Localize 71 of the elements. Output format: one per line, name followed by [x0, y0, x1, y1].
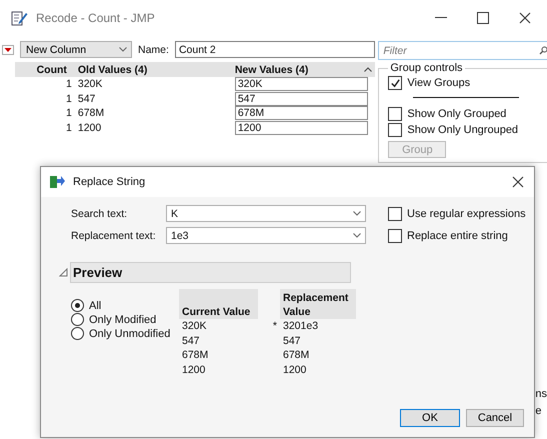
checkbox-label: Show Only Ungrouped: [407, 124, 518, 136]
table-cell-text: 547: [181, 334, 201, 348]
maximize-icon[interactable]: [477, 12, 489, 24]
column-header[interactable]: New Values (4): [232, 62, 376, 77]
partial-label: ns: [535, 388, 547, 400]
table-cell: 1: [34, 77, 75, 92]
modified-marker: *: [272, 320, 277, 332]
field-label: Search text:: [70, 208, 128, 220]
table-cell-text: 1200: [282, 362, 308, 377]
checkbox-label: Use regular expressions: [407, 208, 526, 220]
table-cell-text: 547: [76, 92, 96, 106]
table-cell-text: 547: [282, 334, 302, 348]
checkbox[interactable]: [388, 76, 402, 90]
checkbox[interactable]: [388, 107, 402, 121]
table-cell-text: 1: [65, 106, 73, 120]
new-value-field[interactable]: 1200: [234, 120, 368, 135]
caret-icon[interactable]: [353, 211, 361, 216]
table-cell-text: 3201e3: [282, 319, 320, 334]
table-cell-text: 1: [65, 92, 73, 106]
name-field[interactable]: Count 2: [174, 41, 376, 58]
new-value-field[interactable]: 547: [234, 92, 368, 106]
combo-field[interactable]: 1e3: [166, 227, 366, 244]
table-cell: 320K: [74, 77, 210, 92]
radio-button[interactable]: [71, 299, 84, 312]
partial-label: e: [535, 405, 542, 417]
checkbox-label: View Groups: [407, 77, 470, 89]
table-cell-text: 678M: [181, 348, 210, 362]
checkbox[interactable]: [388, 207, 402, 221]
ok-button[interactable]: OK: [400, 409, 460, 427]
menu-triangle-icon[interactable]: [2, 44, 14, 54]
search-icon[interactable]: [539, 46, 547, 55]
table-cell-text: 678M: [282, 348, 310, 362]
radio-label: Only Unmodified: [89, 328, 170, 340]
radio-button[interactable]: [71, 313, 84, 326]
radio-label: All: [89, 300, 102, 312]
column-dropdown[interactable]: New Column: [20, 41, 132, 58]
radio-button[interactable]: [71, 327, 84, 340]
table-cell-text: 678M: [76, 106, 106, 120]
new-value-field[interactable]: 678M: [234, 106, 368, 120]
dialog-title: Replace String: [73, 176, 146, 188]
caret-icon[interactable]: [353, 233, 361, 238]
field-label: Replacement text:: [70, 230, 157, 242]
close-icon[interactable]: [512, 176, 524, 188]
preview-header: Preview: [70, 262, 351, 283]
panel-title: Group controls: [389, 62, 464, 74]
checkbox-label: Replace entire string: [407, 230, 508, 242]
checkbox[interactable]: [388, 229, 402, 243]
pencil-icon: [10, 8, 28, 26]
column-header: Current Value: [179, 289, 258, 319]
table-cell-text: 320K: [181, 319, 208, 334]
column-header: Old Values (4): [74, 62, 210, 77]
column-header: Replacement Value: [280, 289, 356, 319]
table-cell-text: 1200: [181, 362, 206, 377]
checkbox-label: Show Only Grouped: [407, 108, 506, 120]
new-value-field[interactable]: 320K: [234, 77, 368, 92]
cancel-button[interactable]: Cancel: [466, 409, 524, 427]
checkbox[interactable]: [388, 123, 402, 137]
caret-icon[interactable]: [119, 47, 127, 52]
close-icon[interactable]: [519, 12, 531, 24]
table-cell-text: 1: [65, 120, 73, 135]
name-label: Name:: [138, 44, 169, 56]
replace-icon: [49, 175, 65, 189]
sort-caret-icon[interactable]: [364, 67, 372, 72]
table-cell-text: 1200: [76, 120, 102, 135]
minimize-icon[interactable]: [435, 16, 447, 18]
filter-field[interactable]: Filter: [378, 41, 547, 60]
radio-label: Only Modified: [89, 314, 156, 326]
disclosure-triangle-icon[interactable]: [59, 268, 68, 277]
window-title: Recode - Count - JMP: [36, 10, 156, 24]
combo-field[interactable]: K: [166, 205, 366, 222]
column-header: Count: [34, 62, 75, 77]
